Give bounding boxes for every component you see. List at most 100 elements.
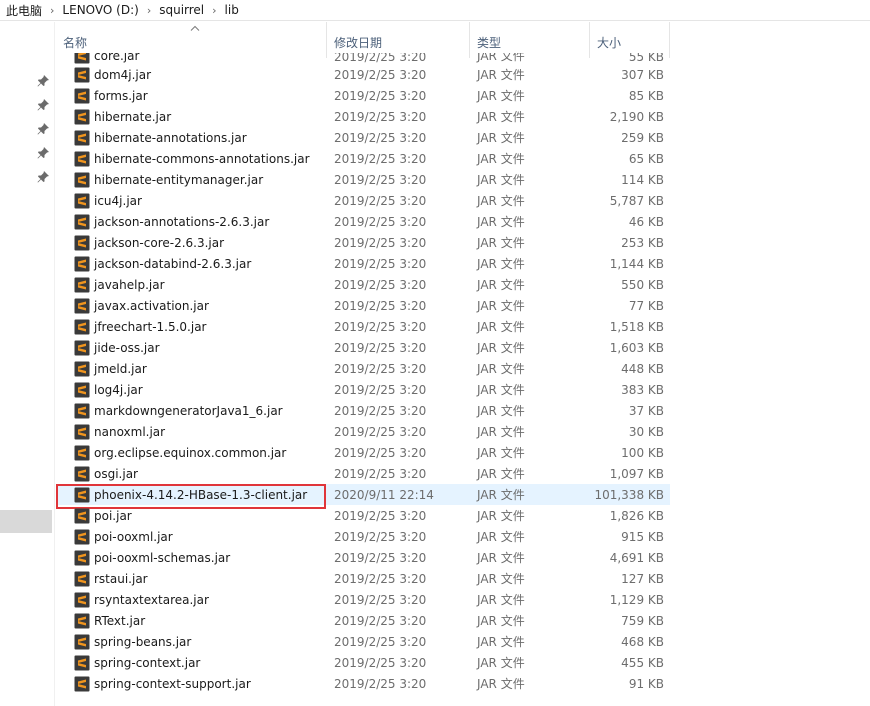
file-date: 2019/2/25 3:20 xyxy=(334,655,427,670)
breadcrumb-chevron-icon[interactable]: › xyxy=(44,4,60,17)
pin-icon[interactable] xyxy=(36,170,50,184)
sublime-text-file-icon xyxy=(74,529,90,545)
pin-icon[interactable] xyxy=(36,98,50,112)
file-row[interactable]: hibernate-commons-annotations.jar 2019/2/… xyxy=(56,148,670,169)
file-date: 2019/2/25 3:20 xyxy=(334,151,427,166)
file-row[interactable]: org.eclipse.equinox.common.jar 2019/2/25 … xyxy=(56,442,670,463)
breadcrumb-drive[interactable]: LENOVO (D:) xyxy=(60,3,140,17)
sublime-text-file-icon xyxy=(74,298,90,314)
file-size: 5,787 KB xyxy=(609,193,664,208)
file-size: 77 KB xyxy=(628,298,664,313)
file-size: 4,691 KB xyxy=(609,550,664,565)
file-row[interactable]: forms.jar 2019/2/25 3:20 JAR 文件 85 KB xyxy=(56,85,670,106)
file-row[interactable]: javax.activation.jar 2019/2/25 3:20 JAR 文件… xyxy=(56,295,670,316)
sublime-text-file-icon xyxy=(74,151,90,167)
file-type: JAR 文件 xyxy=(477,278,525,292)
file-date: 2019/2/25 3:20 xyxy=(334,67,427,82)
file-row[interactable]: hibernate-entitymanager.jar 2019/2/25 3:2… xyxy=(56,169,670,190)
pin-icon[interactable] xyxy=(36,74,50,88)
file-type: JAR 文件 xyxy=(477,656,525,670)
file-row[interactable]: nanoxml.jar 2019/2/25 3:20 JAR 文件 30 KB xyxy=(56,421,670,442)
file-size: 127 KB xyxy=(621,571,664,586)
sublime-text-file-icon xyxy=(74,613,90,629)
file-size: 1,129 KB xyxy=(609,592,664,607)
breadcrumb-chevron-icon[interactable]: › xyxy=(206,4,222,17)
column-header-size-label: 大小 xyxy=(597,36,622,50)
file-row[interactable]: spring-beans.jar 2019/2/25 3:20 JAR 文件 468 … xyxy=(56,631,670,652)
breadcrumb-folder-squirrel[interactable]: squirrel xyxy=(157,3,206,17)
pin-icon[interactable] xyxy=(36,146,50,160)
file-date: 2020/9/11 22:14 xyxy=(334,487,434,502)
file-row[interactable]: jackson-databind-2.6.3.jar 2019/2/25 3:20… xyxy=(56,253,670,274)
sublime-text-file-icon xyxy=(74,508,90,524)
file-row[interactable]: jackson-core-2.6.3.jar 2019/2/25 3:20 JAR … xyxy=(56,232,670,253)
file-row[interactable]: poi-ooxml-schemas.jar 2019/2/25 3:20 JAR 文… xyxy=(56,547,670,568)
file-type: JAR 文件 xyxy=(477,404,525,418)
sublime-text-file-icon xyxy=(74,382,90,398)
file-type: JAR 文件 xyxy=(477,488,525,502)
file-size: 550 KB xyxy=(621,277,664,292)
file-row[interactable]: jmeld.jar 2019/2/25 3:20 JAR 文件 448 KB xyxy=(56,358,670,379)
file-date: 2019/2/25 3:20 xyxy=(334,235,427,250)
file-type: JAR 文件 xyxy=(477,614,525,628)
file-row[interactable]: markdowngeneratorJava1_6.jar 2019/2/25 3:… xyxy=(56,400,670,421)
breadcrumb-folder-lib[interactable]: lib xyxy=(223,3,241,17)
file-size: 1,518 KB xyxy=(609,319,664,334)
column-header-date-label: 修改日期 xyxy=(334,36,383,50)
file-row[interactable]: javahelp.jar 2019/2/25 3:20 JAR 文件 550 KB xyxy=(56,274,670,295)
file-row[interactable]: poi-ooxml.jar 2019/2/25 3:20 JAR 文件 915 KB xyxy=(56,526,670,547)
file-name: nanoxml.jar xyxy=(94,424,166,439)
file-date: 2019/2/25 3:20 xyxy=(334,361,427,376)
file-date: 2019/2/25 3:20 xyxy=(334,466,427,481)
file-size: 915 KB xyxy=(621,529,664,544)
file-size: 100 KB xyxy=(621,445,664,460)
file-date: 2019/2/25 3:20 xyxy=(334,53,427,64)
sublime-text-file-icon xyxy=(74,109,90,125)
navigation-pane xyxy=(0,22,55,706)
file-size: 259 KB xyxy=(621,130,664,145)
breadcrumb: 此电脑 › LENOVO (D:) › squirrel › lib xyxy=(0,0,870,21)
file-row[interactable]: osgi.jar 2019/2/25 3:20 JAR 文件 1,097 KB xyxy=(56,463,670,484)
file-row[interactable]: jackson-annotations-2.6.3.jar 2019/2/25 3… xyxy=(56,211,670,232)
sublime-text-file-icon xyxy=(74,676,90,692)
sublime-text-file-icon xyxy=(74,550,90,566)
sublime-text-file-icon xyxy=(74,487,90,503)
file-name: forms.jar xyxy=(94,88,148,103)
file-row[interactable]: hibernate-annotations.jar 2019/2/25 3:20 J… xyxy=(56,127,670,148)
breadcrumb-this-pc[interactable]: 此电脑 xyxy=(4,2,44,19)
file-row[interactable]: poi.jar 2019/2/25 3:20 JAR 文件 1,826 KB xyxy=(56,505,670,526)
file-row[interactable]: dom4j.jar 2019/2/25 3:20 JAR 文件 307 KB xyxy=(56,64,670,85)
file-row-selected[interactable]: phoenix-4.14.2-HBase-1.3-client.jar 2020/… xyxy=(56,484,670,509)
file-name: rstaui.jar xyxy=(94,571,148,586)
file-row[interactable]: log4j.jar 2019/2/25 3:20 JAR 文件 383 KB xyxy=(56,379,670,400)
file-row[interactable]: spring-context.jar 2019/2/25 3:20 JAR 文件 45… xyxy=(56,652,670,673)
file-row[interactable]: RText.jar 2019/2/25 3:20 JAR 文件 759 KB xyxy=(56,610,670,631)
pin-icon[interactable] xyxy=(36,122,50,136)
breadcrumb-chevron-icon[interactable]: › xyxy=(141,4,157,17)
file-name: poi.jar xyxy=(94,508,132,523)
file-row[interactable]: icu4j.jar 2019/2/25 3:20 JAR 文件 5,787 KB xyxy=(56,190,670,211)
nav-selected-item[interactable] xyxy=(0,510,52,533)
sublime-text-file-icon xyxy=(74,571,90,587)
file-size: 1,144 KB xyxy=(609,256,664,271)
file-date: 2019/2/25 3:20 xyxy=(334,88,427,103)
file-row[interactable]: jide-oss.jar 2019/2/25 3:20 JAR 文件 1,603 KB xyxy=(56,337,670,358)
file-type: JAR 文件 xyxy=(477,341,525,355)
file-type: JAR 文件 xyxy=(477,152,525,166)
file-row[interactable]: rstaui.jar 2019/2/25 3:20 JAR 文件 127 KB xyxy=(56,568,670,589)
sort-ascending-icon xyxy=(190,25,200,31)
file-row[interactable]: spring-context-support.jar 2019/2/25 3:20… xyxy=(56,673,670,694)
file-name: spring-beans.jar xyxy=(94,634,192,649)
file-row[interactable]: jfreechart-1.5.0.jar 2019/2/25 3:20 JAR 文件… xyxy=(56,316,670,337)
file-row-partial[interactable]: core.jar 2019/2/25 3:20 JAR 文件 55 KB xyxy=(56,53,670,64)
file-size: 448 KB xyxy=(621,361,664,376)
file-size: 91 KB xyxy=(628,676,664,691)
file-type: JAR 文件 xyxy=(477,635,525,649)
file-date: 2019/2/25 3:20 xyxy=(334,676,427,691)
file-name: RText.jar xyxy=(94,613,146,628)
file-type: JAR 文件 xyxy=(477,215,525,229)
file-row[interactable]: hibernate.jar 2019/2/25 3:20 JAR 文件 2,190 K… xyxy=(56,106,670,127)
file-row[interactable]: rsyntaxtextarea.jar 2019/2/25 3:20 JAR 文件 1… xyxy=(56,589,670,610)
sublime-text-file-icon xyxy=(74,67,90,83)
file-name: dom4j.jar xyxy=(94,67,152,82)
